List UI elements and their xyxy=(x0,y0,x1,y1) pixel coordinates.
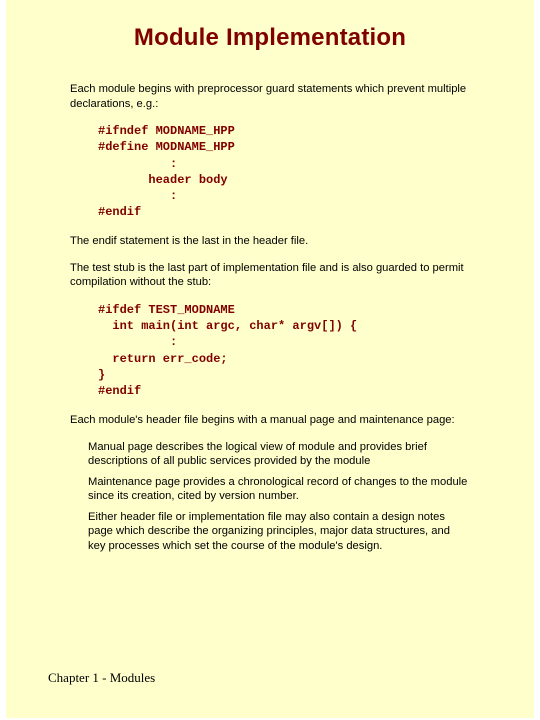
endif-paragraph: The endif statement is the last in the h… xyxy=(70,234,470,249)
bullet-list: Manual page describes the logical view o… xyxy=(88,440,470,554)
slide-body: Module Implementation Each module begins… xyxy=(6,0,534,718)
bullet-item: Either header file or implementation fil… xyxy=(88,510,470,554)
intro-paragraph: Each module begins with preprocessor gua… xyxy=(70,82,470,111)
bullet-item: Manual page describes the logical view o… xyxy=(88,440,470,469)
slide-title: Module Implementation xyxy=(70,24,470,52)
slide-footer: Chapter 1 - Modules xyxy=(48,670,155,686)
code-block-teststub: #ifdef TEST_MODNAME int main(int argc, c… xyxy=(98,302,470,399)
bullet-item: Maintenance page provides a chronologica… xyxy=(88,475,470,504)
teststub-paragraph: The test stub is the last part of implem… xyxy=(70,261,470,290)
code-block-guard: #ifndef MODNAME_HPP #define MODNAME_HPP … xyxy=(98,123,470,220)
manual-page-paragraph: Each module's header file begins with a … xyxy=(70,413,470,428)
